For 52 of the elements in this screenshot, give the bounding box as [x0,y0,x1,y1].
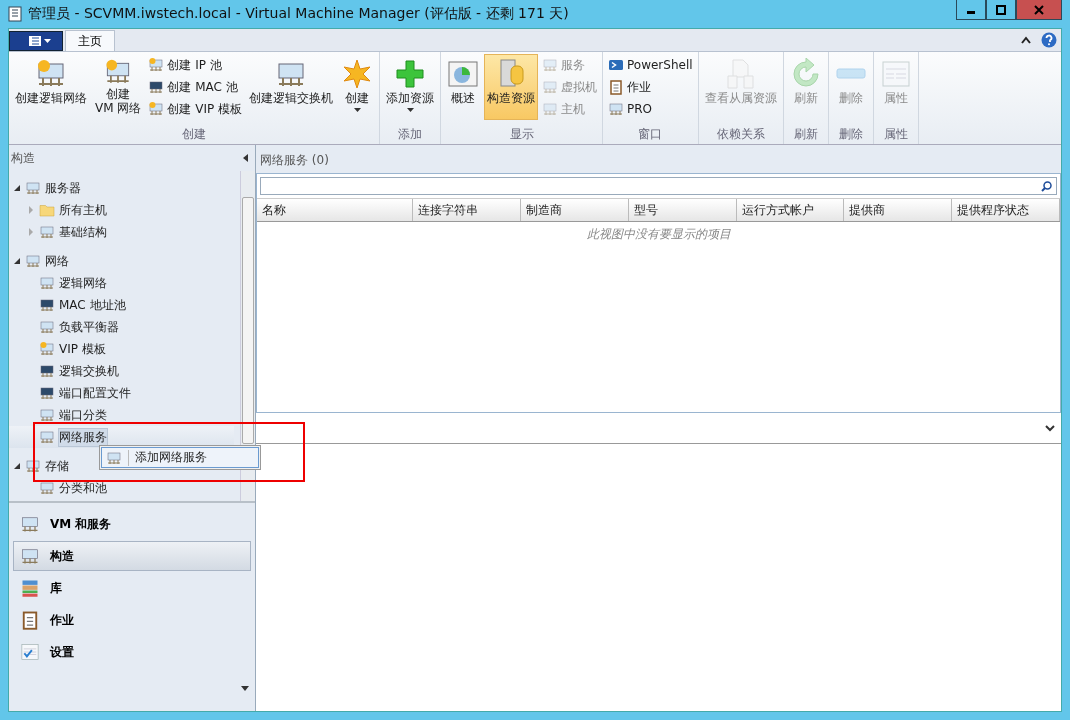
ribbon-button[interactable]: PRO [606,99,695,119]
ribbon-group-label: 删除 [837,126,864,143]
ribbon-group-label: 显示 [508,126,535,143]
nav-button[interactable]: 作业 [13,605,251,635]
ribbon-button[interactable]: 创建 MAC 池 [146,77,244,97]
ribbon-group-label: 添加 [397,126,423,143]
tree-item[interactable]: 端口配置文件 [59,384,131,402]
tree-item[interactable]: 分类和池 [59,479,107,497]
column-header[interactable]: 名称 [257,199,414,221]
tree-item[interactable]: 网络服务 [59,428,107,446]
tree-item[interactable]: 逻辑交换机 [59,362,119,380]
column-header[interactable]: 制造商 [521,199,629,221]
tree-item[interactable]: 存储 [45,457,69,475]
ribbon-button[interactable]: 创建逻辑网络 [12,54,90,120]
tree-item[interactable]: 网络 [45,252,69,270]
ribbon-group-label: 属性 [882,126,909,143]
tree-item[interactable]: 逻辑网络 [59,274,107,292]
ribbon-button[interactable]: 创建 IP 池 [146,55,244,75]
tree-item[interactable]: 所有主机 [59,201,107,219]
column-header[interactable]: 连接字符串 [413,199,521,221]
pane-title: 构造 [11,149,35,167]
ribbon-group-label: 依赖关系 [715,126,766,143]
ribbon-button[interactable]: 概述 [444,54,482,120]
ribbon-button[interactable]: 添加资源 [383,54,437,120]
window-title: 管理员 - SCVMM.iwstech.local - Virtual Machine Manager (评估版 - 还剩 171 天) [28,5,569,23]
nav-button[interactable]: VM 和服务 [13,509,251,539]
tree-item[interactable]: MAC 地址池 [59,296,126,314]
ribbon-button[interactable]: 创建 VIP 模板 [146,99,244,119]
ribbon-group-label: 窗口 [637,126,664,143]
tree-item[interactable]: 基础结构 [59,223,107,241]
column-header[interactable]: 型号 [628,199,737,221]
nav-button[interactable]: 设置 [13,637,251,667]
nav-button[interactable]: 库 [13,573,251,603]
tree-item[interactable]: 负载平衡器 [59,318,119,336]
ribbon-tab[interactable]: 主页 [65,30,115,51]
ribbon-group-label: 创建 [181,126,207,143]
column-header[interactable]: 提供程序状态 [952,199,1060,221]
tree-item[interactable]: 服务器 [45,179,81,197]
view-title: 网络服务 (0) [256,145,1061,173]
ribbon-button[interactable]: PowerShell [606,55,695,75]
column-header[interactable]: 提供商 [844,199,953,221]
ribbon-button[interactable]: 创建 [338,54,376,120]
ribbon-button[interactable]: 创建 VM 网络 [92,54,145,120]
tree-item[interactable]: VIP 模板 [59,340,106,358]
ribbon-button[interactable]: 创建逻辑交换机 [246,54,336,120]
nav-button[interactable]: 构造 [13,541,251,571]
column-header[interactable]: 运行方式帐户 [736,199,845,221]
ribbon-group-label: 刷新 [792,126,819,143]
empty-message: 此视图中没有要显示的项目 [585,226,732,243]
ribbon-button[interactable]: 构造资源 [484,54,538,120]
ribbon-button[interactable]: 作业 [606,77,695,97]
tree-item[interactable]: 端口分类 [59,406,107,424]
